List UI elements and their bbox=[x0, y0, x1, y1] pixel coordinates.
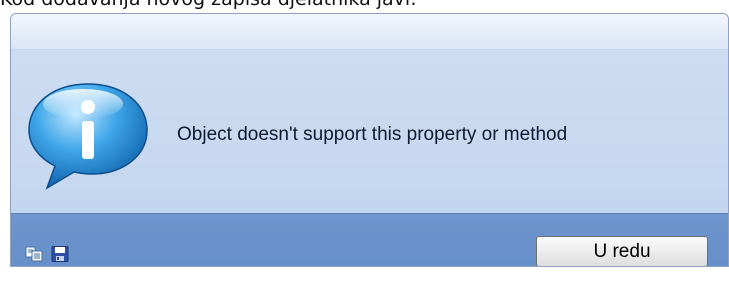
dialog-footer: U redu bbox=[11, 213, 728, 266]
dialog-content: Object doesn't support this property or … bbox=[11, 50, 728, 213]
info-bubble-icon bbox=[28, 83, 148, 190]
message-dialog: Object doesn't support this property or … bbox=[10, 13, 729, 267]
save-icon[interactable] bbox=[51, 246, 69, 262]
ok-button[interactable]: U redu bbox=[536, 236, 708, 266]
copy-icon[interactable] bbox=[25, 246, 43, 262]
page-text: Kod dodavanja novog zapisa djelatnika ja… bbox=[0, 0, 417, 12]
dialog-titlebar[interactable] bbox=[11, 14, 728, 50]
dialog-message: Object doesn't support this property or … bbox=[177, 124, 568, 145]
